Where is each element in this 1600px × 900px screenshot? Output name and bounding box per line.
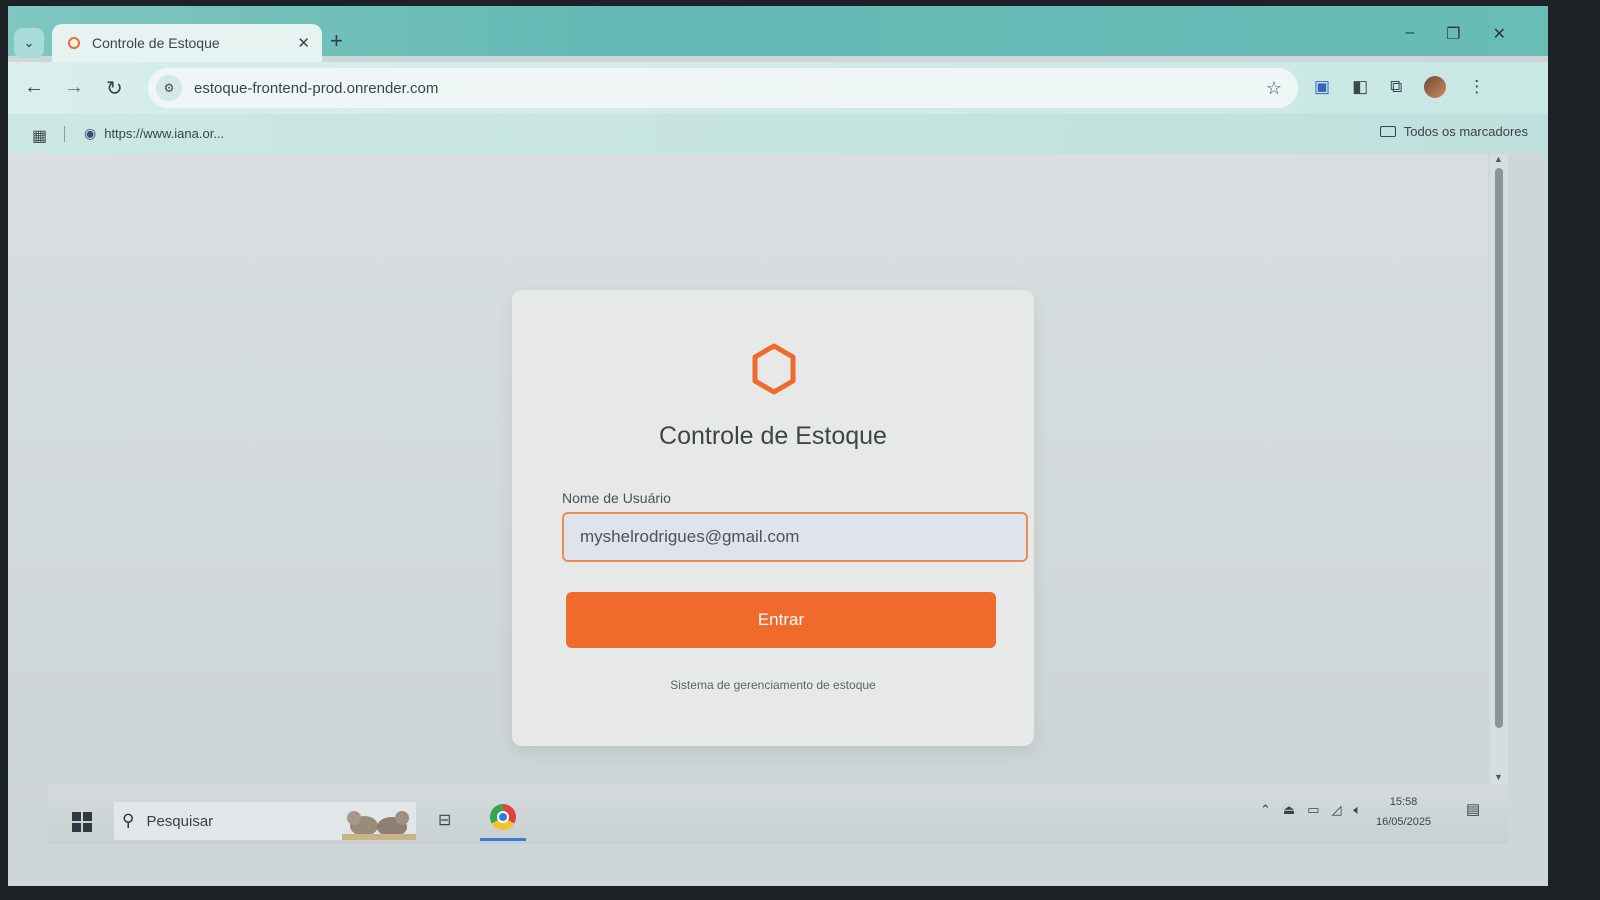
minimize-icon[interactable]: – (1405, 24, 1414, 44)
screen: ⌄ Controle de Estoque ✕ + – ❐ ✕ ← → ↻ ⚙ … (8, 6, 1548, 886)
close-window-icon[interactable]: ✕ (1493, 24, 1506, 44)
login-button[interactable]: Entrar (566, 592, 996, 648)
clock-date: 16/05/2025 (1376, 816, 1432, 828)
footer-text: Sistema de gerenciamento de estoque (670, 678, 876, 692)
battery-icon[interactable]: ▭ (1307, 802, 1319, 818)
tab-strip: ⌄ Controle de Estoque ✕ + – ❐ ✕ (8, 6, 1548, 62)
scroll-down-icon[interactable]: ▼ (1494, 772, 1503, 782)
bookmark-label: https://www.iana.or... (104, 126, 225, 141)
tab-favicon-icon (68, 37, 80, 49)
page-viewport: Controle de Estoque Nome de Usuário Entr… (8, 154, 1488, 814)
taskbar-search[interactable]: ⚲ Pesquisar (114, 802, 416, 840)
usb-icon[interactable]: ⏏ (1283, 802, 1295, 818)
volume-icon[interactable]: 🔈︎ (1354, 802, 1362, 818)
page-title: Controle de Estoque (659, 422, 887, 450)
windows-start-icon[interactable] (72, 812, 92, 832)
search-placeholder: Pesquisar (146, 812, 214, 830)
taskbar: ⚲ Pesquisar ⊟ ⌃ ⏏ ▭ ◿ 🔈︎ 15:58 16/05/202… (48, 784, 1508, 844)
wifi-icon[interactable]: ◿ (1332, 802, 1342, 818)
notification-icon[interactable]: ▤ (1466, 800, 1480, 818)
site-info-icon[interactable]: ⚙ (156, 75, 182, 101)
bookmark-item[interactable]: ◉ https://www.iana.or... (84, 125, 224, 142)
reading-list-icon[interactable]: ◧ (1352, 77, 1368, 97)
username-label: Nome de Usuário (562, 490, 671, 506)
extension-icons: ▣ ◧ ⧉ ⋮ (1314, 76, 1485, 98)
vertical-scrollbar[interactable]: ▲ ▼ (1490, 154, 1508, 784)
star-icon[interactable]: ☆ (1266, 78, 1282, 99)
active-tab[interactable]: Controle de Estoque ✕ (52, 24, 322, 62)
folder-icon (1379, 126, 1396, 137)
url-text[interactable]: estoque-frontend-prod.onrender.com (194, 80, 1266, 97)
back-icon[interactable]: ← (24, 76, 44, 99)
restore-icon[interactable]: ❐ (1446, 24, 1460, 44)
reload-icon[interactable]: ↻ (106, 76, 123, 101)
bookmark-separator (64, 126, 65, 142)
username-input[interactable] (562, 512, 1028, 562)
scroll-up-icon[interactable]: ▲ (1494, 154, 1503, 164)
translate-icon[interactable]: ▣ (1314, 77, 1330, 97)
scroll-thumb[interactable] (1495, 168, 1503, 728)
browser-toolbar: ← → ↻ ⚙ estoque-frontend-prod.onrender.c… (8, 62, 1548, 114)
tab-search-icon[interactable]: ⌄ (14, 28, 44, 58)
forward-icon[interactable]: → (64, 76, 84, 99)
menu-icon[interactable]: ⋮ (1468, 77, 1485, 97)
chevron-up-icon[interactable]: ⌃ (1260, 802, 1271, 818)
search-highlight-image (342, 811, 416, 840)
address-bar[interactable]: ⚙ estoque-frontend-prod.onrender.com ☆ (148, 68, 1298, 108)
clock-time: 15:58 (1389, 796, 1418, 808)
bookmarks-bar: ▦ ◉ https://www.iana.or... Todos os marc… (8, 114, 1548, 154)
extensions-icon[interactable]: ⧉ (1390, 77, 1402, 97)
task-view-icon[interactable]: ⊟ (438, 810, 451, 830)
bookmark-favicon-icon: ◉ (84, 125, 97, 141)
search-icon: ⚲ (122, 811, 135, 830)
avatar[interactable] (1424, 76, 1447, 98)
chrome-icon[interactable] (490, 804, 516, 830)
new-tab-button[interactable]: + (330, 28, 343, 54)
close-tab-icon[interactable]: ✕ (297, 34, 310, 52)
hexagon-logo-icon (752, 343, 796, 395)
all-bookmarks-label: Todos os marcadores (1403, 124, 1528, 139)
chrome-icon-center (497, 811, 509, 823)
all-bookmarks-button[interactable]: Todos os marcadores (1379, 124, 1528, 139)
tab-title: Controle de Estoque (92, 35, 220, 51)
login-card: Controle de Estoque Nome de Usuário Entr… (512, 290, 1034, 746)
window-controls: – ❐ ✕ (1405, 24, 1506, 44)
apps-icon[interactable]: ▦ (32, 126, 47, 146)
system-tray: ⌃ ⏏ ▭ ◿ 🔈︎ (1260, 802, 1361, 818)
system-clock[interactable]: 15:58 16/05/2025 (1376, 792, 1431, 832)
active-app-indicator (480, 838, 526, 841)
